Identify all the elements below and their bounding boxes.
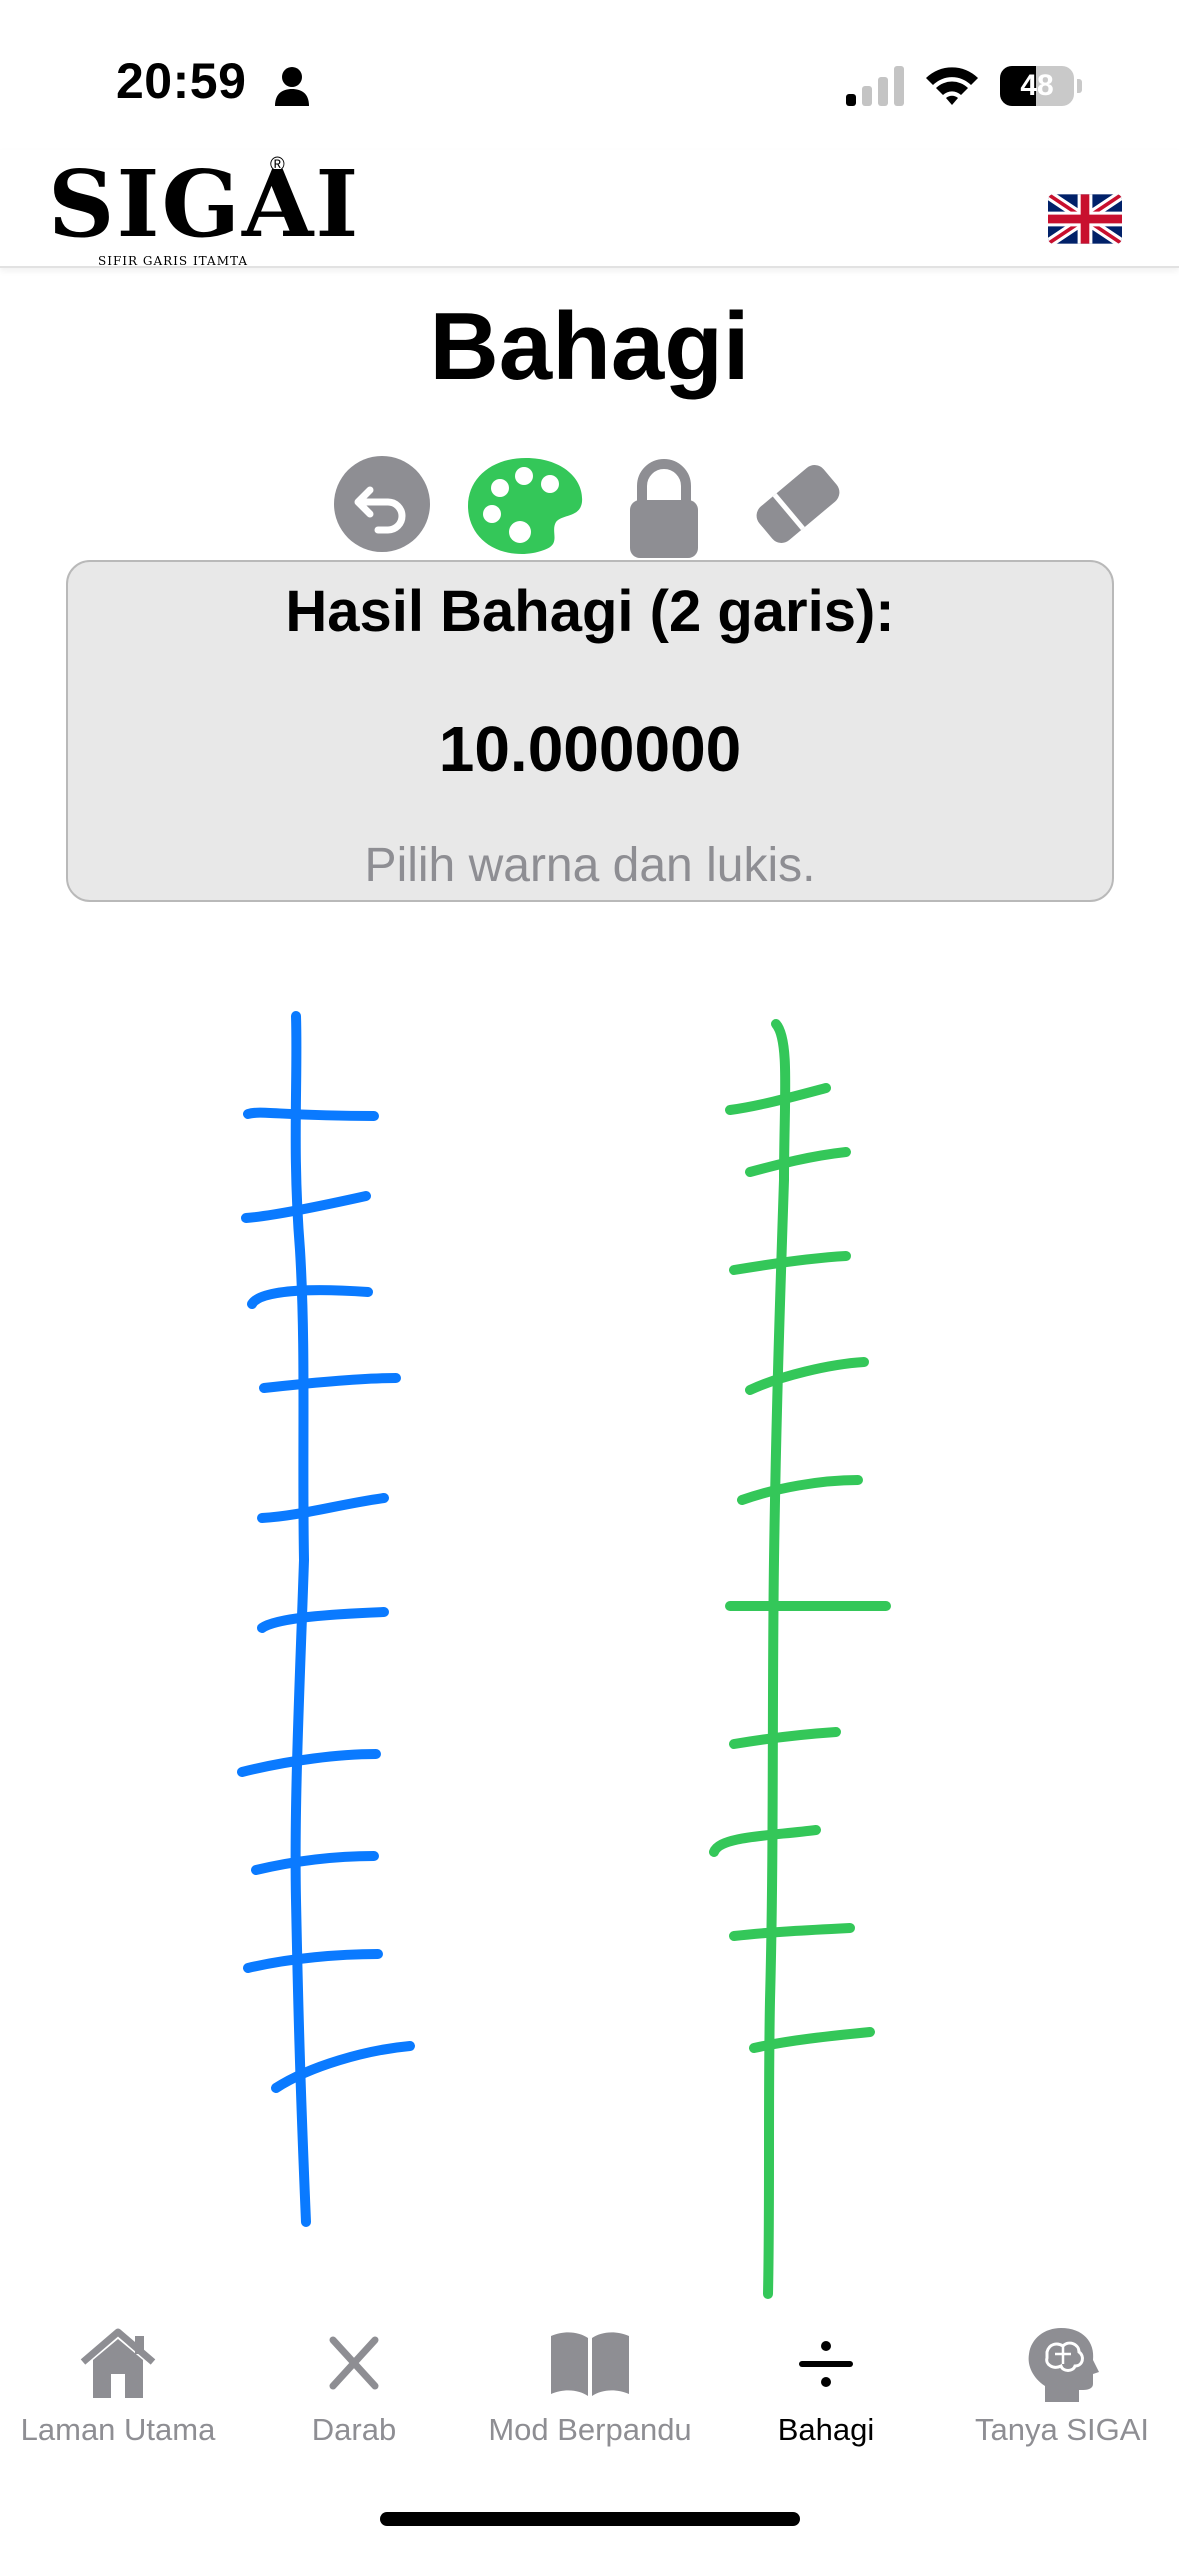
status-time: 20:59 bbox=[116, 53, 247, 109]
tab-laman-utama[interactable]: Laman Utama bbox=[0, 2324, 236, 2464]
app-header: SIGAI ® SIFIR GARIS ITAMTA bbox=[0, 150, 1179, 268]
green-tick bbox=[745, 1357, 869, 1395]
tab-tanya-sigai[interactable]: Tanya SIGAI bbox=[944, 2324, 1179, 2464]
book-icon bbox=[551, 2332, 629, 2396]
status-bar: 20:59 48 bbox=[0, 0, 1179, 150]
blue-tick bbox=[257, 1493, 389, 1523]
result-card: Hasil Bahagi (2 garis): 10.000000 Pilih … bbox=[66, 560, 1114, 902]
green-tick bbox=[729, 1251, 851, 1275]
drawing-canvas[interactable] bbox=[0, 960, 1179, 2320]
battery-level: 48 bbox=[1020, 69, 1054, 102]
tab-label: Bahagi bbox=[777, 2412, 875, 2447]
battery-indicator: 48 bbox=[1000, 66, 1082, 106]
tab-darab[interactable]: Darab bbox=[236, 2324, 472, 2464]
result-label: Hasil Bahagi (2 garis): bbox=[285, 579, 895, 644]
result-value: 10.000000 bbox=[438, 713, 742, 785]
blue-tick bbox=[259, 1373, 401, 1393]
blue-tick bbox=[237, 1749, 381, 1777]
blue-tick bbox=[243, 1949, 383, 1973]
multiply-icon bbox=[329, 2336, 379, 2390]
blue-stroke-group bbox=[237, 1011, 415, 2227]
wifi-icon bbox=[926, 67, 978, 105]
palette-icon[interactable] bbox=[466, 452, 586, 556]
uk-flag-icon[interactable] bbox=[1048, 194, 1122, 244]
green-tick bbox=[709, 1825, 821, 1857]
green-tick bbox=[745, 1147, 851, 1177]
blue-tick bbox=[257, 1607, 389, 1633]
blue-tick bbox=[243, 1107, 379, 1121]
tab-label: Darab bbox=[311, 2412, 397, 2447]
logo-subtitle: SIFIR GARIS ITAMTA bbox=[98, 254, 248, 268]
tab-bahagi[interactable]: Bahagi bbox=[708, 2324, 944, 2464]
blue-tick bbox=[247, 1285, 373, 1309]
tab-label: Laman Utama bbox=[20, 2412, 216, 2447]
eraser-icon[interactable] bbox=[746, 452, 850, 556]
green-tick bbox=[737, 1475, 863, 1505]
green-tick bbox=[729, 1923, 855, 1941]
page-title: Bahagi bbox=[429, 293, 750, 400]
blue-tick bbox=[241, 1191, 371, 1223]
lock-icon[interactable] bbox=[612, 452, 716, 560]
home-indicator[interactable] bbox=[380, 2512, 800, 2526]
logo-registered-mark: ® bbox=[270, 154, 285, 176]
sigai-logo[interactable]: SIGAI ® SIFIR GARIS ITAMTA bbox=[48, 154, 358, 268]
tab-label: Mod Berpandu bbox=[488, 2412, 692, 2447]
undo-icon[interactable] bbox=[330, 452, 434, 556]
result-hint: Pilih warna dan lukis. bbox=[364, 839, 816, 892]
green-vertical-line bbox=[763, 1019, 791, 2299]
divide-icon bbox=[799, 2341, 853, 2387]
cellular-signal-icon bbox=[846, 66, 904, 106]
drawing-toolbar bbox=[0, 452, 1179, 562]
person-icon bbox=[275, 67, 309, 106]
home-icon bbox=[80, 2328, 156, 2398]
green-tick bbox=[725, 1083, 831, 1115]
tab-label: Tanya SIGAI bbox=[974, 2412, 1150, 2447]
green-tick bbox=[729, 1727, 841, 1749]
blue-tick bbox=[251, 1851, 379, 1875]
logo-text: SIGAI bbox=[48, 150, 361, 258]
brain-icon bbox=[1028, 2328, 1099, 2402]
green-stroke-group bbox=[709, 1019, 891, 2299]
tab-mod-berpandu[interactable]: Mod Berpandu bbox=[472, 2324, 708, 2464]
